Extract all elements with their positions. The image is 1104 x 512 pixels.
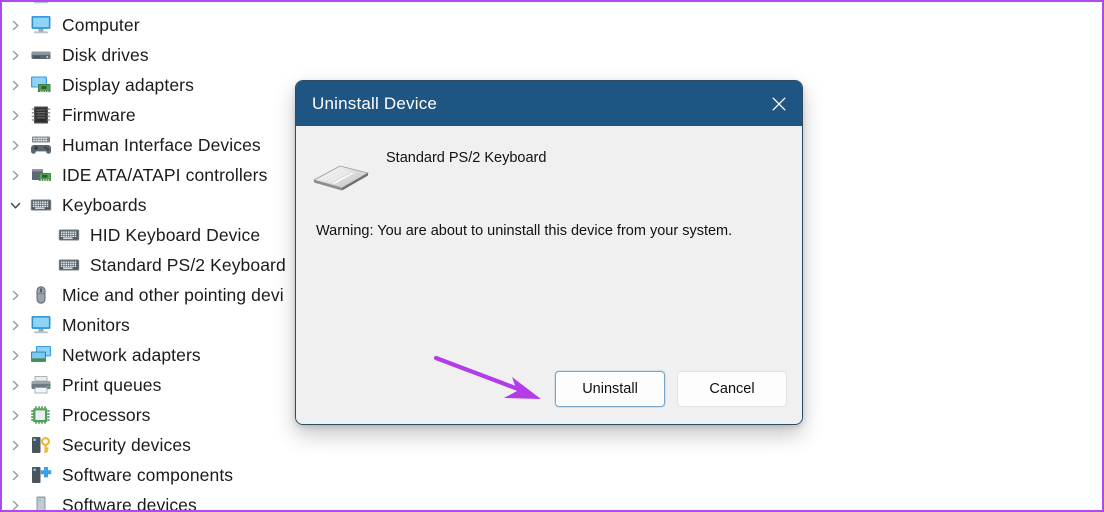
processor-icon	[28, 404, 54, 426]
tree-item-label: Print queues	[62, 374, 162, 395]
tree-item-security-devices[interactable]: Security devices	[2, 430, 472, 460]
uninstall-button[interactable]: Uninstall	[555, 371, 665, 407]
chevron-right-icon[interactable]	[2, 0, 28, 2]
security-device-icon	[28, 434, 54, 456]
firmware-chip-icon	[28, 104, 54, 126]
disk-drive-icon	[28, 44, 54, 66]
keyboard-icon	[56, 224, 82, 246]
network-adapter-icon	[28, 344, 54, 366]
tree-item-label: Disk drives	[62, 44, 149, 65]
device-name: Standard PS/2 Keyboard	[386, 150, 547, 166]
display-adapter-icon	[28, 74, 54, 96]
chevron-right-icon[interactable]	[2, 169, 28, 182]
monitor-icon	[28, 14, 54, 36]
monitor-icon	[28, 2, 54, 6]
chevron-down-icon[interactable]	[2, 199, 28, 212]
chevron-right-icon[interactable]	[2, 409, 28, 422]
chevron-right-icon[interactable]	[2, 469, 28, 482]
tree-item-label: Firmware	[62, 104, 136, 125]
chevron-right-icon[interactable]	[2, 319, 28, 332]
tree-item-software-devices[interactable]: Software devices	[2, 490, 472, 512]
mouse-icon	[28, 284, 54, 306]
monitor-icon	[28, 314, 54, 336]
dialog-body: Standard PS/2 Keyboard Warning: You are …	[296, 126, 802, 424]
dialog-title: Uninstall Device	[312, 93, 438, 113]
tree-item-label: Display adapters	[62, 74, 194, 95]
tree-item-software-components[interactable]: Software components	[2, 460, 472, 490]
chevron-right-icon[interactable]	[2, 439, 28, 452]
device-summary: Standard PS/2 Keyboard	[296, 148, 802, 194]
uninstall-device-dialog: Uninstall Device Standard PS/2 Keyboard …	[295, 80, 803, 425]
tree-item-label: Monitors	[62, 314, 130, 335]
tree-item-label: Security devices	[62, 434, 192, 455]
tree-item-label: Software devices	[62, 494, 197, 512]
tree-item-disk-drives[interactable]: Disk drives	[2, 40, 472, 70]
chevron-right-icon[interactable]	[2, 19, 28, 32]
chevron-right-icon[interactable]	[2, 379, 28, 392]
tree-item-label: Software components	[62, 464, 234, 485]
dialog-button-row: Uninstall Cancel	[555, 371, 787, 407]
tree-item-label: Processors	[62, 404, 151, 425]
keyboard-icon	[28, 194, 54, 216]
warning-message: Warning: You are about to uninstall this…	[316, 223, 733, 239]
chevron-right-icon[interactable]	[2, 139, 28, 152]
keyboard-3d-icon	[296, 148, 386, 194]
tree-item-partial[interactable]	[2, 0, 472, 10]
cancel-button[interactable]: Cancel	[677, 371, 787, 407]
software-component-icon	[28, 464, 54, 486]
chevron-right-icon[interactable]	[2, 79, 28, 92]
annotated-screenshot-frame: Computer Disk drives Display adapters Firmw…	[0, 0, 1104, 512]
chevron-right-icon[interactable]	[2, 49, 28, 62]
tree-item-computer[interactable]: Computer	[2, 10, 472, 40]
chevron-right-icon[interactable]	[2, 109, 28, 122]
dialog-titlebar: Uninstall Device	[296, 81, 802, 126]
software-device-icon	[28, 494, 54, 510]
tree-item-label: IDE ATA/ATAPI controllers	[62, 164, 268, 185]
close-icon[interactable]	[756, 81, 802, 126]
tree-item-label: Human Interface Devices	[62, 134, 261, 155]
tree-item-label: HID Keyboard Device	[90, 224, 261, 245]
chevron-right-icon[interactable]	[2, 499, 28, 511]
keyboard-icon	[56, 254, 82, 276]
printer-icon	[28, 374, 54, 396]
tree-item-label: Mice and other pointing devi	[62, 284, 284, 305]
tree-item-label: Keyboards	[62, 194, 147, 215]
hid-gamepad-icon	[28, 134, 54, 156]
chevron-right-icon[interactable]	[2, 289, 28, 302]
tree-item-label: Network adapters	[62, 344, 201, 365]
chevron-right-icon[interactable]	[2, 349, 28, 362]
tree-item-label: Computer	[62, 14, 140, 35]
tree-item-label: Standard PS/2 Keyboard	[90, 254, 286, 275]
ide-controller-icon	[28, 164, 54, 186]
